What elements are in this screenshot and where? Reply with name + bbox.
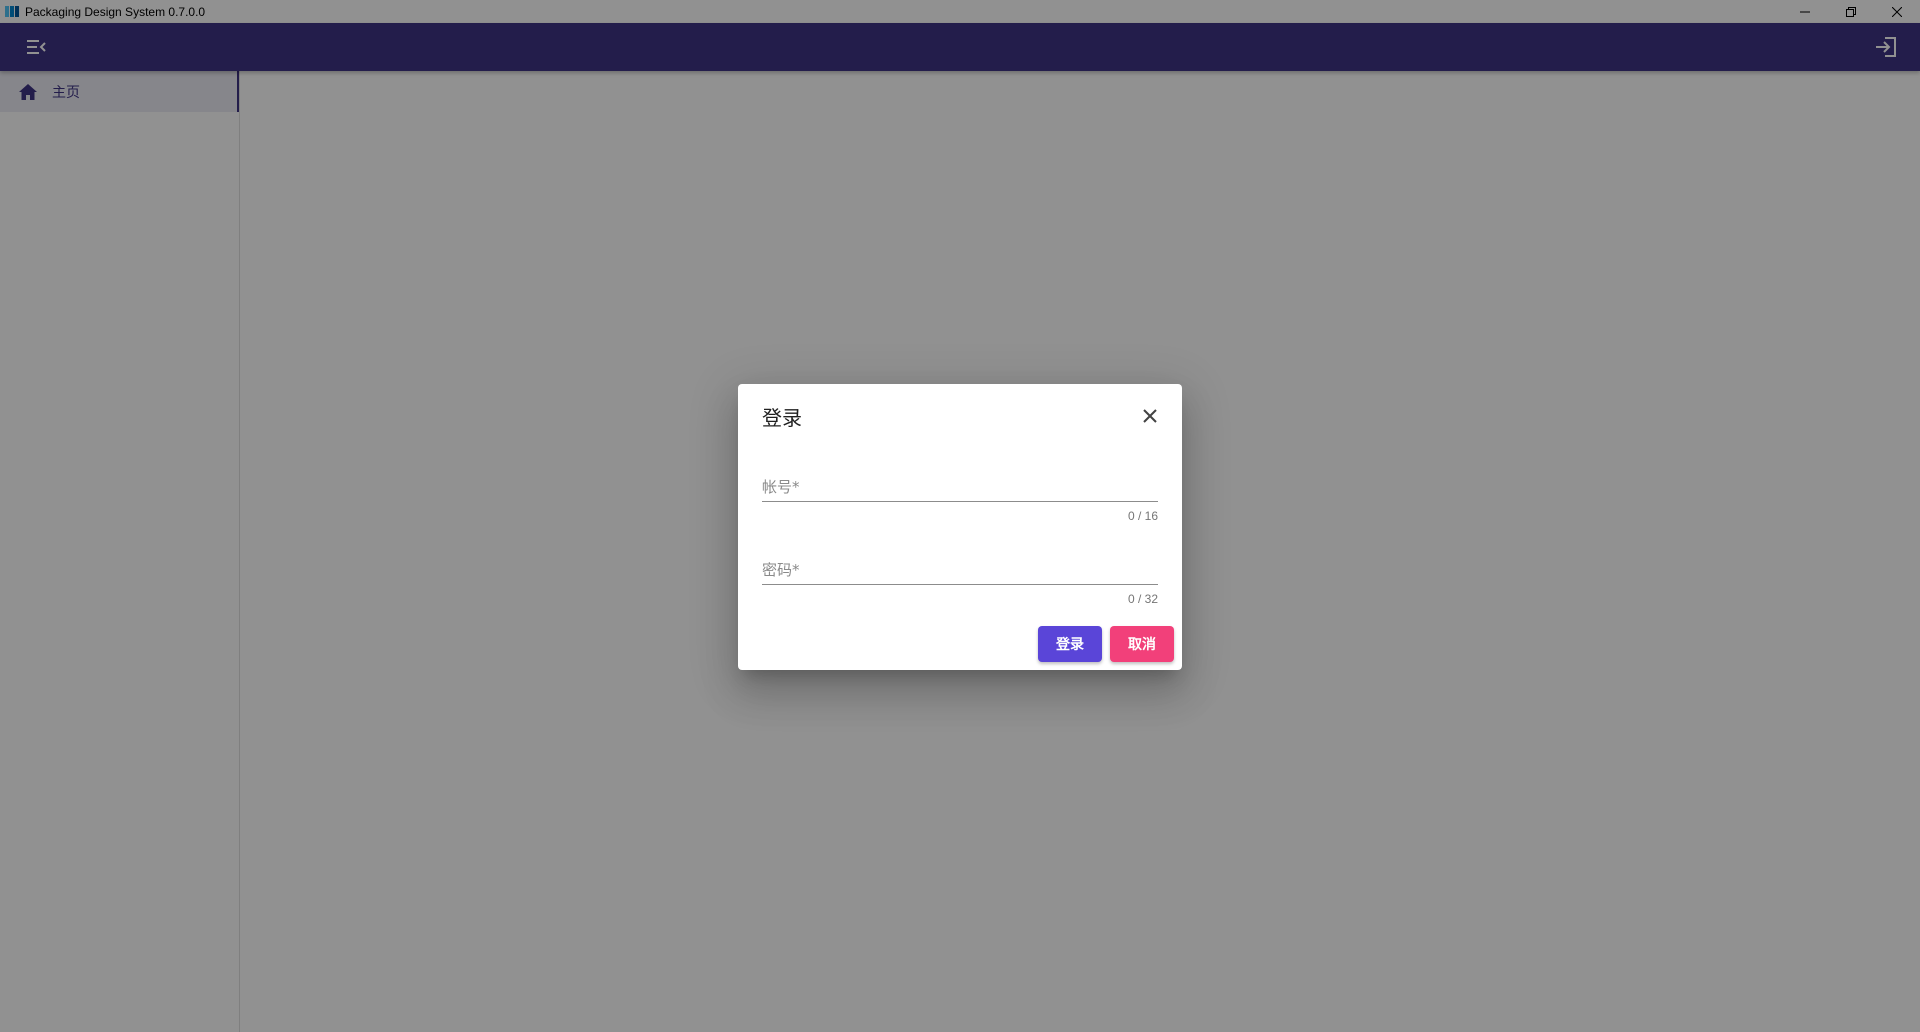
dialog-close-button[interactable] [1138, 404, 1162, 428]
login-dialog: 登录 0 / 16 0 / 32 登录 取消 [738, 384, 1182, 670]
dialog-title: 登录 [762, 406, 802, 430]
username-input[interactable] [762, 472, 1158, 502]
password-field-wrapper: 0 / 32 [762, 555, 1158, 606]
cancel-button[interactable]: 取消 [1110, 626, 1174, 662]
username-field-wrapper: 0 / 16 [762, 472, 1158, 523]
password-counter: 0 / 32 [1127, 592, 1158, 606]
login-submit-button[interactable]: 登录 [1038, 626, 1102, 662]
username-counter: 0 / 16 [1127, 509, 1158, 523]
close-icon [1143, 409, 1157, 423]
password-input[interactable] [762, 555, 1158, 585]
